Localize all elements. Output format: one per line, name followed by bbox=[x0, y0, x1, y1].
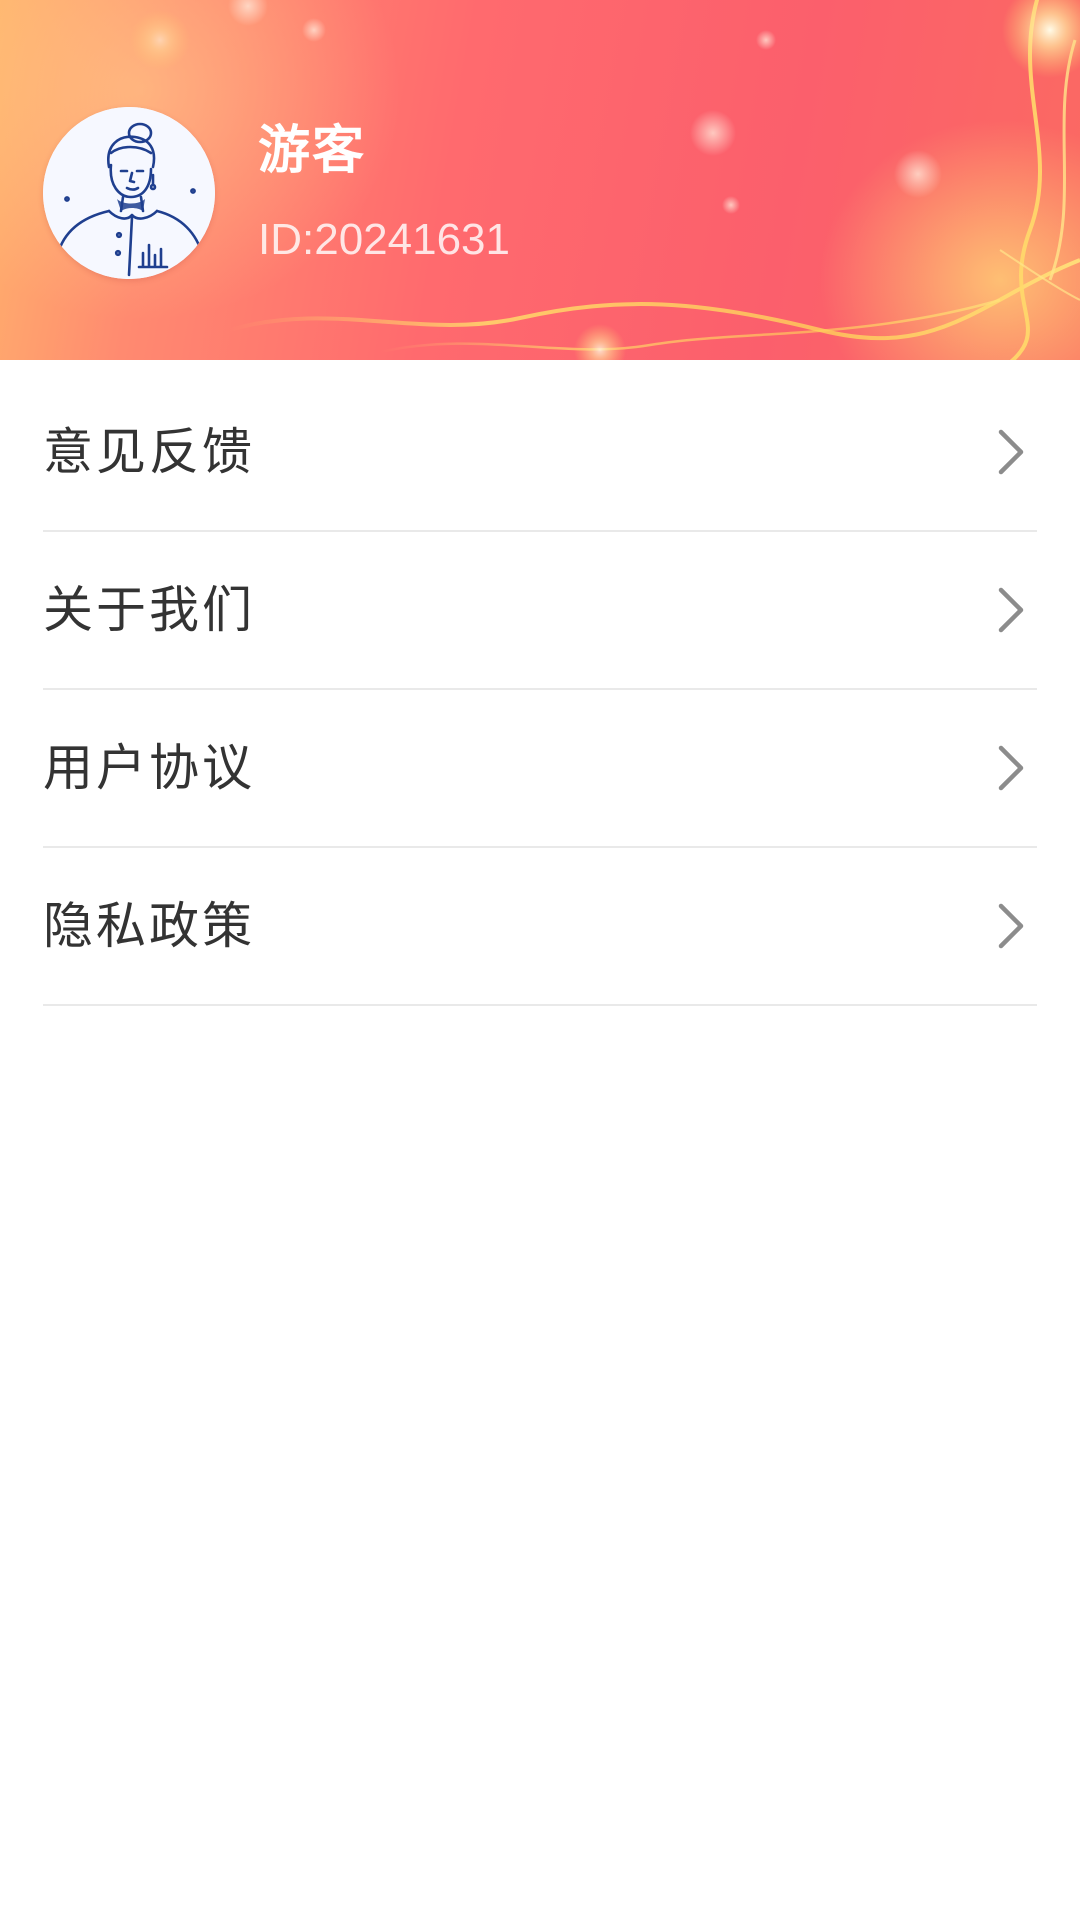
menu-item-label: 关于我们 bbox=[43, 581, 255, 639]
menu-item-label: 意见反馈 bbox=[43, 423, 255, 481]
user-id: ID:20241631 bbox=[258, 215, 510, 264]
settings-menu: 意见反馈 关于我们 用户协议 隐私政策 bbox=[0, 360, 1080, 1006]
user-avatar-illustration-icon bbox=[43, 107, 215, 279]
chevron-right-icon bbox=[993, 424, 1029, 480]
profile-page: 游客 ID:20241631 意见反馈 关于我们 用户协议 隐私政策 bbox=[0, 0, 1080, 1920]
user-name: 游客 bbox=[258, 121, 367, 181]
menu-item-about-us[interactable]: 关于我们 bbox=[43, 532, 1037, 690]
chevron-right-icon bbox=[993, 740, 1029, 796]
avatar[interactable] bbox=[43, 107, 215, 279]
chevron-right-icon bbox=[993, 898, 1029, 954]
menu-item-user-agreement[interactable]: 用户协议 bbox=[43, 690, 1037, 848]
profile-header: 游客 ID:20241631 bbox=[0, 0, 1080, 360]
menu-item-label: 用户协议 bbox=[43, 739, 255, 797]
menu-item-label: 隐私政策 bbox=[43, 897, 255, 955]
chevron-right-icon bbox=[993, 582, 1029, 638]
menu-item-privacy-policy[interactable]: 隐私政策 bbox=[43, 848, 1037, 1006]
menu-item-feedback[interactable]: 意见反馈 bbox=[43, 360, 1037, 532]
